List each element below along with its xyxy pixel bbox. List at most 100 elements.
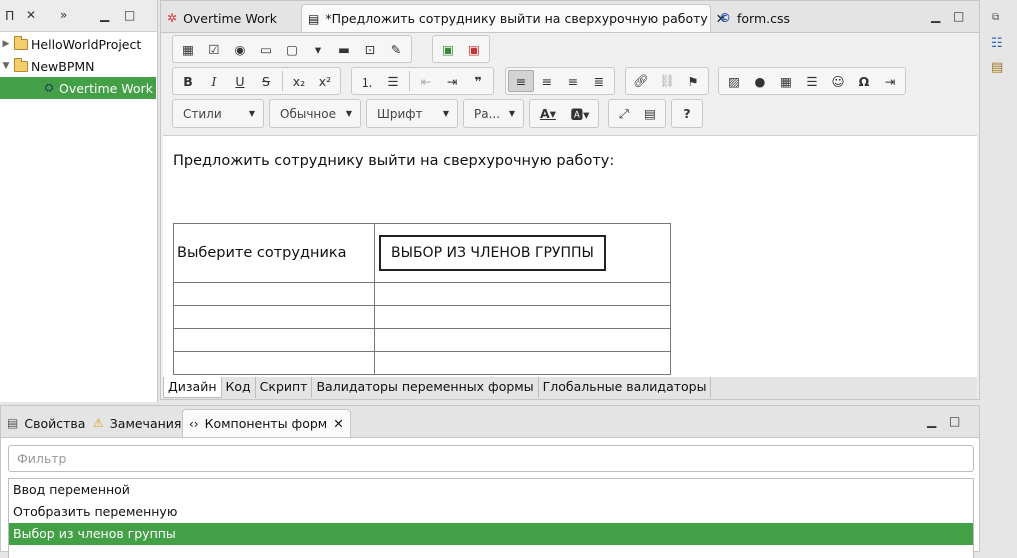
horizontal-rule-icon[interactable]: ☰ bbox=[799, 70, 825, 92]
tab-code[interactable]: Код bbox=[222, 377, 256, 398]
list-item[interactable]: Отобразить переменную bbox=[9, 501, 973, 523]
table-cell[interactable]: Выберите сотрудника bbox=[173, 223, 375, 283]
link-icon[interactable]: 🔗︎ bbox=[628, 70, 654, 92]
button-icon[interactable]: ▬ bbox=[331, 38, 357, 60]
font-dropdown[interactable]: Шрифт ▼ bbox=[366, 99, 458, 128]
flash-icon[interactable]: ● bbox=[747, 70, 773, 92]
strikethrough-icon[interactable]: S bbox=[253, 70, 279, 92]
tab-form-editor[interactable]: ▤ *Предложить сотруднику выйти на сверху… bbox=[301, 4, 726, 32]
tab-form-components[interactable]: ‹› Компоненты форм ✕ bbox=[182, 409, 351, 437]
table-cell[interactable] bbox=[374, 282, 671, 306]
smiley-icon[interactable]: ☺ bbox=[825, 70, 851, 92]
expand-arrow-icon[interactable]: ▶ bbox=[0, 39, 12, 49]
tree-item-helloworldproject[interactable]: ▶ HelloWorldProject bbox=[0, 33, 156, 55]
table-icon[interactable]: ▦ bbox=[773, 70, 799, 92]
group-member-select-widget[interactable]: ВЫБОР ИЗ ЧЛЕНОВ ГРУППЫ bbox=[379, 235, 606, 271]
close-icon[interactable]: ✕ bbox=[333, 416, 343, 431]
table-cell[interactable] bbox=[173, 351, 375, 375]
bullet-list-icon[interactable]: ☰ bbox=[380, 70, 406, 92]
design-canvas[interactable]: Предложить сотруднику выйти на сверхуроч… bbox=[163, 135, 977, 378]
maximize-icon[interactable]: □ bbox=[953, 9, 964, 23]
maximize-icon[interactable]: □ bbox=[949, 414, 960, 428]
explorer-tab[interactable]: П bbox=[5, 8, 14, 23]
maximize-editor-icon[interactable]: ⤢ bbox=[611, 103, 637, 125]
insert-template-icon[interactable]: ▣ bbox=[435, 38, 461, 60]
help-icon[interactable]: ? bbox=[674, 103, 700, 125]
select-icon[interactable]: ▾ bbox=[305, 38, 331, 60]
checkbox-icon[interactable]: ☑ bbox=[201, 38, 227, 60]
outline-view-icon[interactable]: ☷ bbox=[991, 36, 1003, 51]
background-color-icon[interactable]: 🅰︎▾ bbox=[564, 103, 596, 125]
indent-icon[interactable]: ⇥ bbox=[439, 70, 465, 92]
dropdown-label: Стили bbox=[183, 106, 222, 121]
bold-icon[interactable]: B bbox=[175, 70, 201, 92]
table-cell[interactable] bbox=[374, 351, 671, 375]
underline-icon[interactable]: U bbox=[227, 70, 253, 92]
filter-input[interactable]: Фильтр bbox=[8, 445, 974, 472]
italic-icon[interactable]: I bbox=[201, 70, 227, 92]
radio-icon[interactable]: ◉ bbox=[227, 38, 253, 60]
minimize-icon[interactable]: ▁ bbox=[927, 414, 936, 428]
table-cell[interactable] bbox=[173, 328, 375, 352]
textarea-icon[interactable]: ▢ bbox=[279, 38, 305, 60]
panel-tabbar: ▤ Свойства ⚠ Замечания ‹› Компоненты фор… bbox=[1, 406, 979, 438]
table-cell[interactable]: ВЫБОР ИЗ ЧЛЕНОВ ГРУППЫ bbox=[374, 223, 671, 283]
form-icon[interactable]: ▦ bbox=[175, 38, 201, 60]
tab-variable-validators[interactable]: Валидаторы переменных формы bbox=[312, 377, 539, 398]
remove-template-icon[interactable]: ▣ bbox=[461, 38, 487, 60]
unlink-icon[interactable]: ⛓ bbox=[654, 70, 680, 92]
minimize-icon[interactable]: ▁ bbox=[100, 8, 109, 22]
page-break-icon[interactable]: ⇥ bbox=[877, 70, 903, 92]
align-justify-icon[interactable]: ≣ bbox=[586, 70, 612, 92]
restore-icon[interactable]: ⧉ bbox=[992, 12, 999, 23]
minimize-icon[interactable]: ▁ bbox=[931, 9, 940, 23]
tab-global-validators[interactable]: Глобальные валидаторы bbox=[539, 377, 712, 398]
folder-icon bbox=[14, 35, 28, 50]
tab-properties[interactable]: ▤ Свойства bbox=[1, 409, 91, 437]
superscript-icon[interactable]: x² bbox=[312, 70, 338, 92]
tab-problems[interactable]: ⚠ Замечания bbox=[87, 409, 187, 437]
table-cell[interactable] bbox=[374, 328, 671, 352]
tree-item-newbpmn[interactable]: ▼ NewBPMN bbox=[0, 55, 156, 77]
size-dropdown[interactable]: Ра... ▼ bbox=[463, 99, 524, 128]
chevron-more-icon[interactable]: » bbox=[60, 8, 67, 22]
tree-item-label: HelloWorldProject bbox=[31, 36, 142, 52]
special-char-icon[interactable]: Ω bbox=[851, 70, 877, 92]
hidden-field-icon[interactable]: ✎ bbox=[383, 38, 409, 60]
textfield-icon[interactable]: ▭ bbox=[253, 38, 279, 60]
table-cell[interactable] bbox=[173, 282, 375, 306]
align-left-icon[interactable]: ≡ bbox=[508, 70, 534, 92]
format-dropdown[interactable]: Обычное ▼ bbox=[269, 99, 361, 128]
list-item[interactable]: Выбор из членов группы bbox=[9, 523, 973, 545]
outdent-icon[interactable]: ⇤ bbox=[413, 70, 439, 92]
properties-view-icon[interactable]: ▤ bbox=[991, 60, 1003, 75]
image-button-icon[interactable]: ⊡ bbox=[357, 38, 383, 60]
align-center-icon[interactable]: ≡ bbox=[534, 70, 560, 92]
anchor-flag-icon[interactable]: ⚑ bbox=[680, 70, 706, 92]
collapse-arrow-icon[interactable]: ▼ bbox=[0, 61, 12, 71]
table-cell[interactable] bbox=[374, 305, 671, 329]
text-color-icon[interactable]: A▾ bbox=[532, 103, 564, 125]
tab-form-css[interactable]: © form.css bbox=[713, 4, 796, 32]
table-cell[interactable] bbox=[173, 305, 375, 329]
components-icon: ‹› bbox=[189, 416, 199, 431]
tree-item-overtime-work[interactable]: ⛭ Overtime Work bbox=[0, 77, 156, 99]
blockquote-icon[interactable]: ❞ bbox=[465, 70, 491, 92]
css-file-icon: © bbox=[719, 11, 731, 25]
numbered-list-icon[interactable]: ⒈ bbox=[354, 70, 380, 92]
maximize-icon[interactable]: □ bbox=[124, 8, 135, 22]
subscript-icon[interactable]: x₂ bbox=[286, 70, 312, 92]
show-blocks-icon[interactable]: ▤ bbox=[637, 103, 663, 125]
tab-overtime-work[interactable]: ✲ Overtime Work bbox=[161, 4, 283, 32]
editor-tabbar: ✲ Overtime Work ▤ *Предложить сотруднику… bbox=[161, 1, 979, 33]
tab-design[interactable]: Дизайн bbox=[163, 377, 222, 398]
form-heading: Предложить сотруднику выйти на сверхуроч… bbox=[173, 153, 615, 169]
align-right-icon[interactable]: ≡ bbox=[560, 70, 586, 92]
form-table: Выберите сотрудника ВЫБОР ИЗ ЧЛЕНОВ ГРУП… bbox=[173, 223, 671, 375]
styles-dropdown[interactable]: Стили ▼ bbox=[172, 99, 264, 128]
close-icon[interactable]: ✕ bbox=[26, 8, 36, 22]
tab-script[interactable]: Скрипт bbox=[256, 377, 313, 398]
list-item[interactable]: Ввод переменной bbox=[9, 479, 973, 501]
tree-item-label: NewBPMN bbox=[31, 58, 95, 74]
image-icon[interactable]: ▨ bbox=[721, 70, 747, 92]
